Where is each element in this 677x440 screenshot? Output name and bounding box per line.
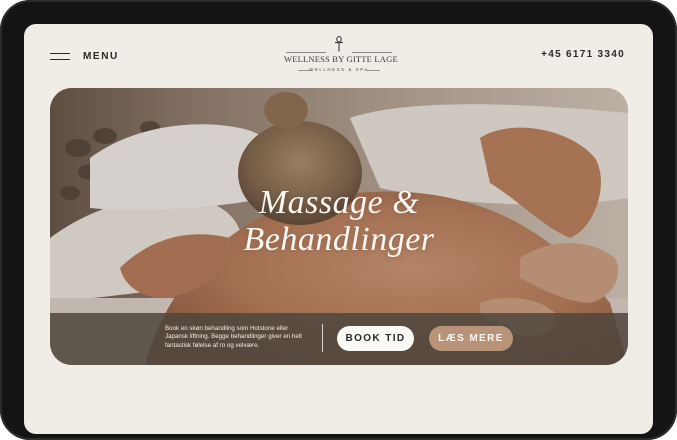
hero-divider — [322, 324, 323, 352]
logo-rule-left — [286, 52, 326, 53]
hero-title-line-2: Behandlinger — [243, 221, 435, 258]
hero-action-bar: Book en skøn behandling som Hotstone ell… — [50, 313, 628, 365]
website-screen: MENU WELLNESS BY GITTE LAGE WELLNESS & S… — [24, 24, 653, 434]
ankh-logo-icon — [335, 36, 343, 52]
phone-number-link[interactable]: +45 6171 3340 — [541, 49, 625, 60]
hero-description: Book en skøn behandling som Hotstone ell… — [165, 325, 302, 349]
site-header: MENU WELLNESS BY GITTE LAGE WELLNESS & S… — [24, 24, 653, 88]
menu-label: MENU — [83, 50, 119, 62]
book-appointment-button[interactable]: BOOK TID — [337, 326, 414, 351]
tablet-frame: MENU WELLNESS BY GITTE LAGE WELLNESS & S… — [0, 0, 677, 440]
menu-button[interactable]: MENU — [50, 48, 119, 64]
hero-title: Massage & Behandlinger — [50, 184, 628, 258]
hero-title-line-1: Massage & — [258, 184, 420, 221]
read-more-button[interactable]: LÆS MERE — [429, 326, 513, 351]
hero-banner: Massage & Behandlinger Book en skøn beha… — [50, 88, 628, 365]
logo-rule-right — [352, 52, 392, 53]
logo-tagline: WELLNESS & SPA — [309, 67, 369, 72]
hamburger-icon — [50, 52, 70, 61]
logo-name: WELLNESS BY GITTE LAGE — [284, 54, 398, 64]
site-logo[interactable]: WELLNESS BY GITTE LAGE WELLNESS & SPA — [284, 36, 398, 78]
